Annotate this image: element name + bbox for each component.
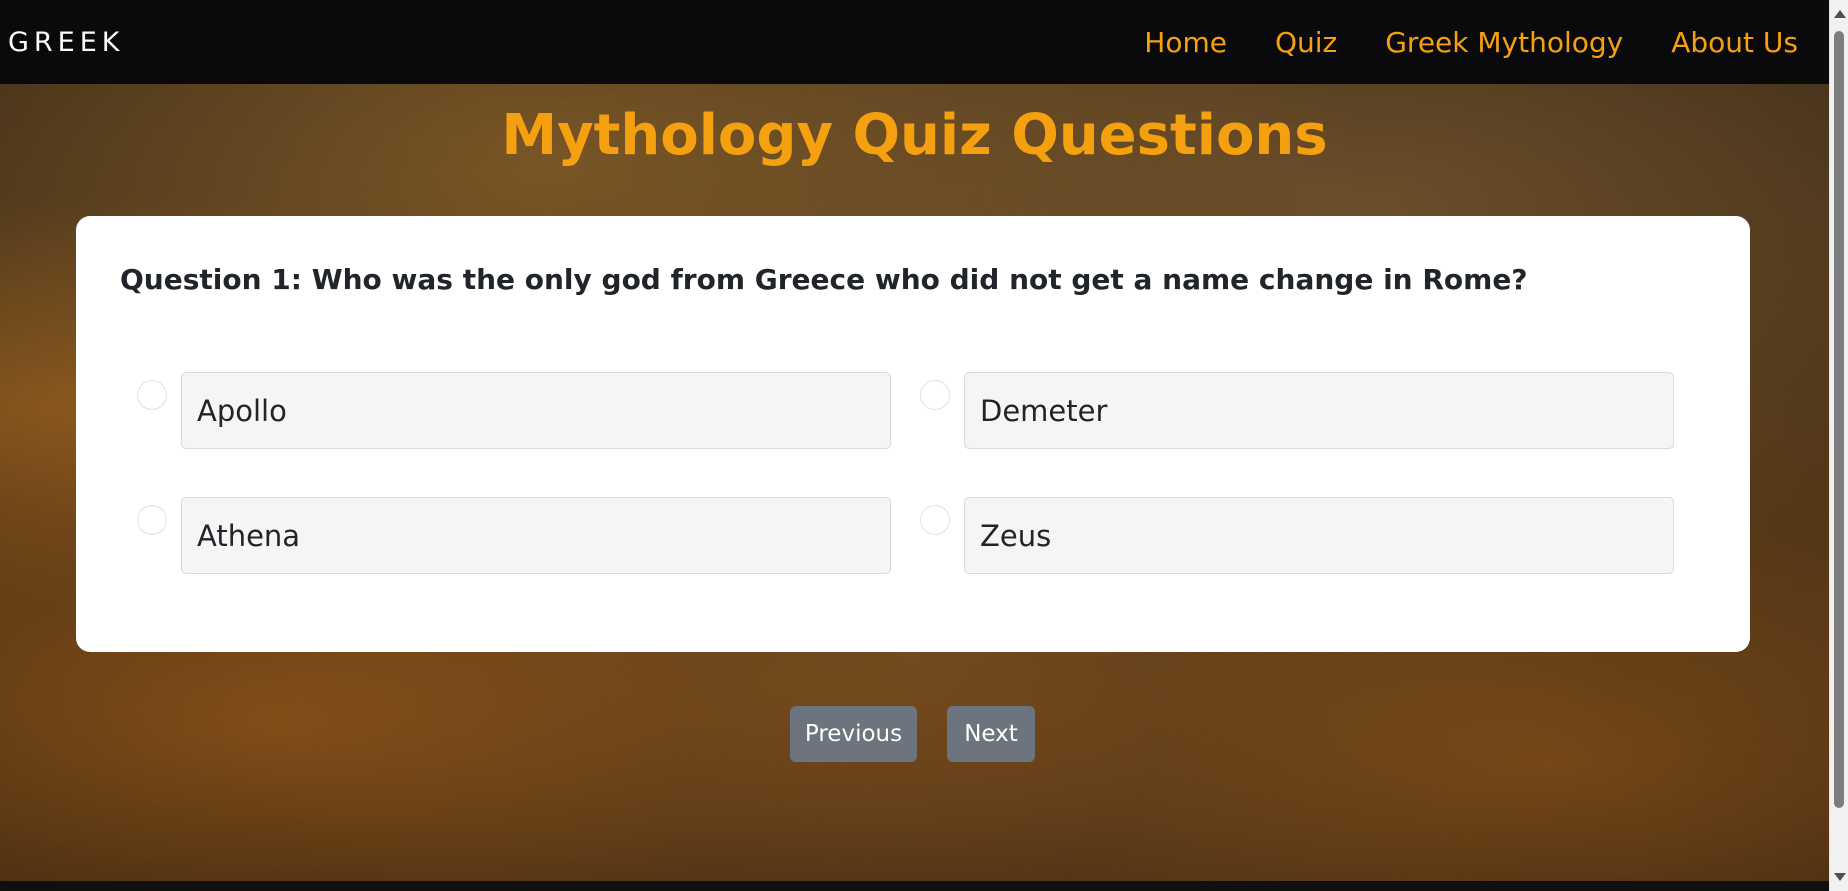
option-demeter[interactable]: Demeter [964,372,1674,449]
previous-button[interactable]: Previous [790,706,917,762]
option-radio-athena[interactable] [137,505,167,535]
nav-links: Home Quiz Greek Mythology About Us [1144,26,1798,59]
nav-link-greek-mythology[interactable]: Greek Mythology [1385,26,1623,59]
question-text: Question 1: Who was the only god from Gr… [120,263,1528,296]
scrollbar-thumb[interactable] [1834,31,1844,808]
nav-link-home[interactable]: Home [1144,26,1227,59]
question-card: Question 1: Who was the only god from Gr… [76,216,1750,652]
option-zeus[interactable]: Zeus [964,497,1674,574]
navbar: GREEK Home Quiz Greek Mythology About Us [0,0,1829,84]
option-apollo[interactable]: Apollo [181,372,891,449]
option-athena[interactable]: Athena [181,497,891,574]
page-title: Mythology Quiz Questions [501,103,1328,168]
option-radio-zeus[interactable] [920,505,950,535]
vertical-scrollbar[interactable] [1829,0,1848,891]
next-button[interactable]: Next [947,706,1035,762]
brand-logo[interactable]: GREEK [8,27,125,58]
page: GREEK Home Quiz Greek Mythology About Us… [0,0,1829,891]
option-radio-demeter[interactable] [920,380,950,410]
option-radio-apollo[interactable] [137,380,167,410]
nav-link-quiz[interactable]: Quiz [1275,26,1337,59]
scroll-down-arrow-icon[interactable] [1834,873,1846,881]
scroll-up-arrow-icon[interactable] [1834,10,1846,18]
nav-link-about-us[interactable]: About Us [1671,26,1798,59]
bottom-edge [0,881,1829,891]
